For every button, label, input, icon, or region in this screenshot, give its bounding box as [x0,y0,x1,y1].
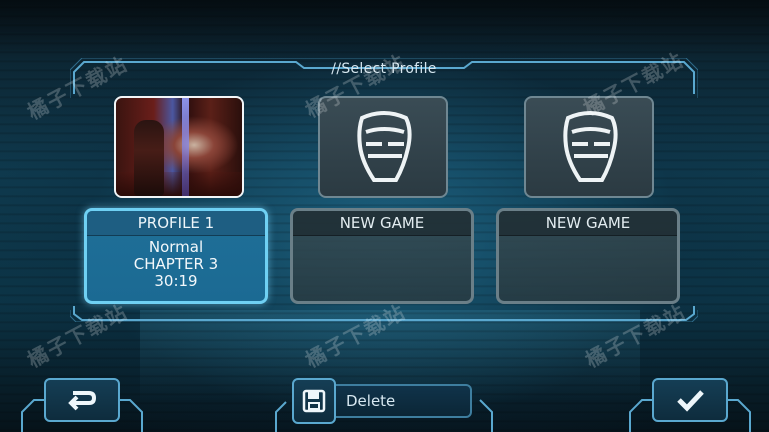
screen-title: //Select Profile [331,61,437,77]
background-top-shade [0,0,769,60]
portrait-character [134,120,164,196]
back-button[interactable] [44,378,120,422]
profile-select-panel: //Select Profile PROFILE 1 Normal CHAPTE… [70,58,698,322]
portrait-light-beam [182,98,189,196]
checkmark-icon [677,390,704,412]
profile-1-chapter: CHAPTER 3 [133,255,219,273]
helmet-icon [357,111,412,182]
profile-2-card[interactable]: NEW GAME [290,208,474,304]
profile-1-card[interactable]: PROFILE 1 Normal CHAPTER 3 30:19 [84,208,268,304]
profile-3-header: NEW GAME [499,211,677,236]
profile-1-portrait[interactable] [114,96,244,198]
helmet-icon [563,111,618,182]
floppy-disk-icon [302,389,326,413]
profile-1-header: PROFILE 1 [87,211,265,236]
confirm-button[interactable] [652,378,728,422]
profile-3-portrait[interactable] [524,96,654,198]
profile-1-difficulty: Normal [148,238,204,256]
return-arrow-icon [68,391,97,411]
delete-icon-box[interactable] [292,378,336,424]
profile-3-card[interactable]: NEW GAME [496,208,680,304]
delete-label[interactable]: Delete [336,384,472,418]
profile-1-time: 30:19 [154,272,198,290]
profile-2-header: NEW GAME [293,211,471,236]
delete-button[interactable]: Delete [292,378,474,426]
profile-2-portrait[interactable] [318,96,448,198]
